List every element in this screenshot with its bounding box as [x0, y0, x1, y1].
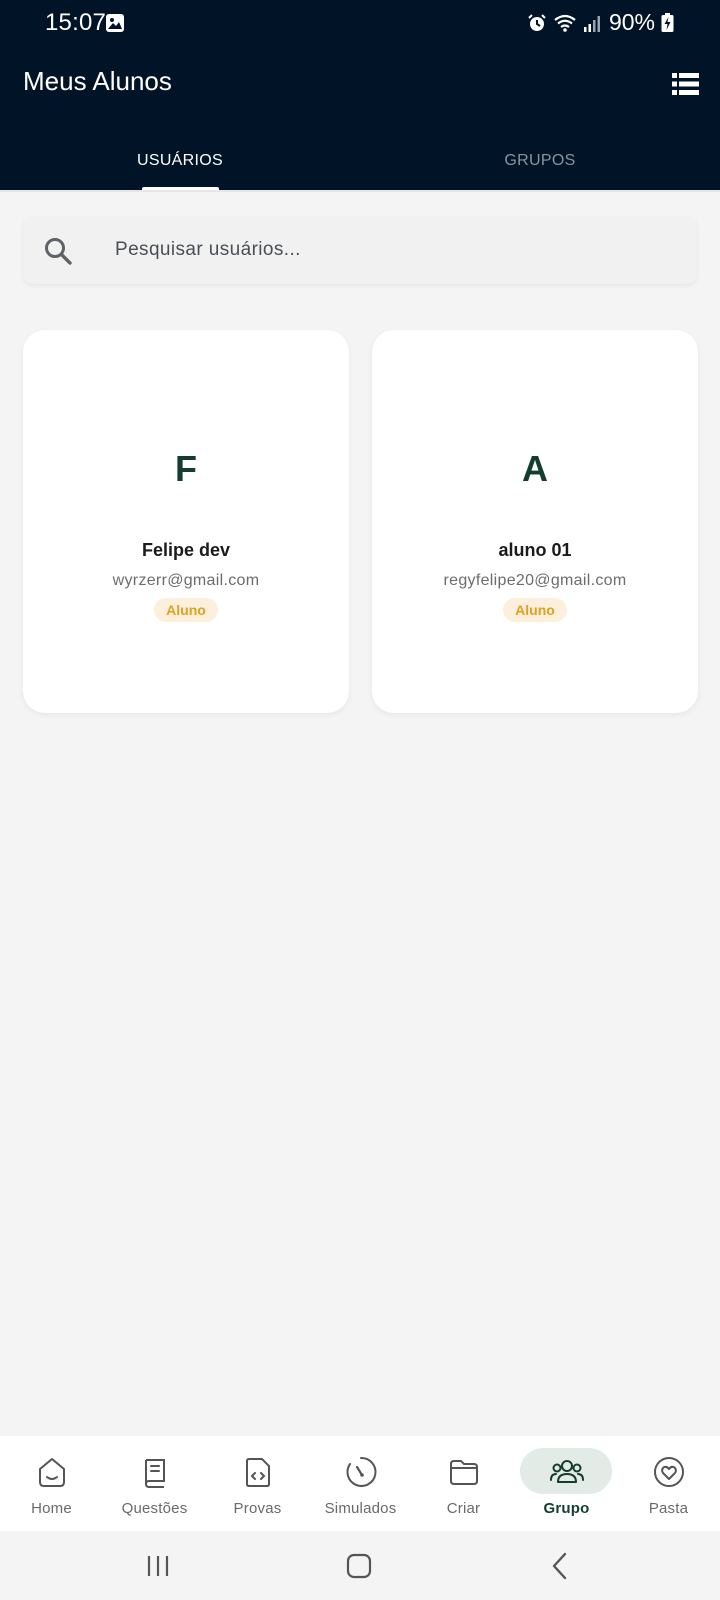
- user-card[interactable]: A aluno 01 regyfelipe20@gmail.com Aluno: [372, 330, 698, 713]
- back-icon[interactable]: [546, 1551, 576, 1581]
- tab-bar: USUÁRIOS GRUPOS: [0, 130, 720, 191]
- role-badge: Aluno: [154, 598, 218, 622]
- status-time: 15:07: [45, 9, 107, 36]
- header-divider: [0, 190, 720, 192]
- user-email: regyfelipe20@gmail.com: [443, 572, 627, 589]
- nav-item-criar[interactable]: Criar: [412, 1436, 515, 1531]
- nav-item-simulados[interactable]: Simulados: [309, 1436, 412, 1531]
- home-icon: [39, 1458, 65, 1487]
- role-badge-wrap: Aluno: [23, 598, 349, 622]
- app-header: 15:07 90% Meus Alunos USUÁRIOS GRUPOS: [0, 0, 720, 191]
- user-avatar-initial: A: [522, 448, 548, 489]
- search-icon: [45, 238, 72, 265]
- nav-label: Provas: [233, 1500, 282, 1517]
- status-indicators: 90%: [527, 9, 674, 36]
- user-email: wyrzerr@gmail.com: [112, 572, 260, 589]
- role-badge: Aluno: [503, 598, 567, 622]
- search-bar: [23, 216, 697, 284]
- system-navigation-bar: [0, 1531, 720, 1600]
- tab-usuarios[interactable]: USUÁRIOS: [0, 130, 360, 191]
- nav-item-pasta[interactable]: Pasta: [617, 1436, 720, 1531]
- battery-level: 90%: [608, 9, 655, 35]
- battery-charging-icon: [661, 12, 674, 32]
- gallery-notification-icon: [106, 14, 124, 32]
- tab-grupos[interactable]: GRUPOS: [360, 130, 720, 191]
- folder-icon: [450, 1460, 478, 1485]
- alarm-icon: [528, 13, 546, 31]
- user-name: Felipe dev: [141, 540, 231, 560]
- app-screen: 15:07 90% Meus Alunos USUÁRIOS GRUPOS Pe…: [0, 0, 720, 1600]
- nav-label: Questões: [121, 1500, 188, 1517]
- nav-label: Home: [31, 1500, 72, 1517]
- book-icon: [144, 1459, 165, 1488]
- nav-item-home[interactable]: Home: [0, 1436, 103, 1531]
- code-file-icon: [246, 1458, 270, 1487]
- timer-icon: [346, 1456, 377, 1487]
- nav-label: Pasta: [648, 1500, 689, 1517]
- user-name: aluno 01: [498, 540, 572, 560]
- wifi-icon: [554, 14, 576, 32]
- status-bar: 15:07 90%: [0, 0, 720, 46]
- nav-label: Simulados: [324, 1500, 397, 1517]
- user-avatar-initial: F: [175, 448, 197, 489]
- recent-apps-icon[interactable]: [143, 1551, 173, 1581]
- search-input[interactable]: [115, 216, 675, 284]
- user-card[interactable]: F Felipe dev wyrzerr@gmail.com Aluno: [23, 330, 349, 713]
- nav-item-questoes[interactable]: Questões: [103, 1436, 206, 1531]
- group-icon: [550, 1460, 584, 1483]
- bottom-navigation: Home Questões Provas Simulados Criar Gru…: [0, 1436, 720, 1531]
- heart-icon: [654, 1457, 684, 1487]
- nav-item-provas[interactable]: Provas: [206, 1436, 309, 1531]
- signal-icon: [583, 15, 600, 32]
- page-title: Meus Alunos: [23, 66, 172, 96]
- nav-label: Criar: [446, 1500, 481, 1517]
- role-badge-wrap: Aluno: [372, 598, 698, 622]
- nav-label: Grupo: [543, 1500, 590, 1517]
- home-button-icon[interactable]: [344, 1551, 374, 1581]
- nav-item-grupo[interactable]: Grupo: [515, 1436, 618, 1531]
- list-view-icon[interactable]: [672, 72, 699, 96]
